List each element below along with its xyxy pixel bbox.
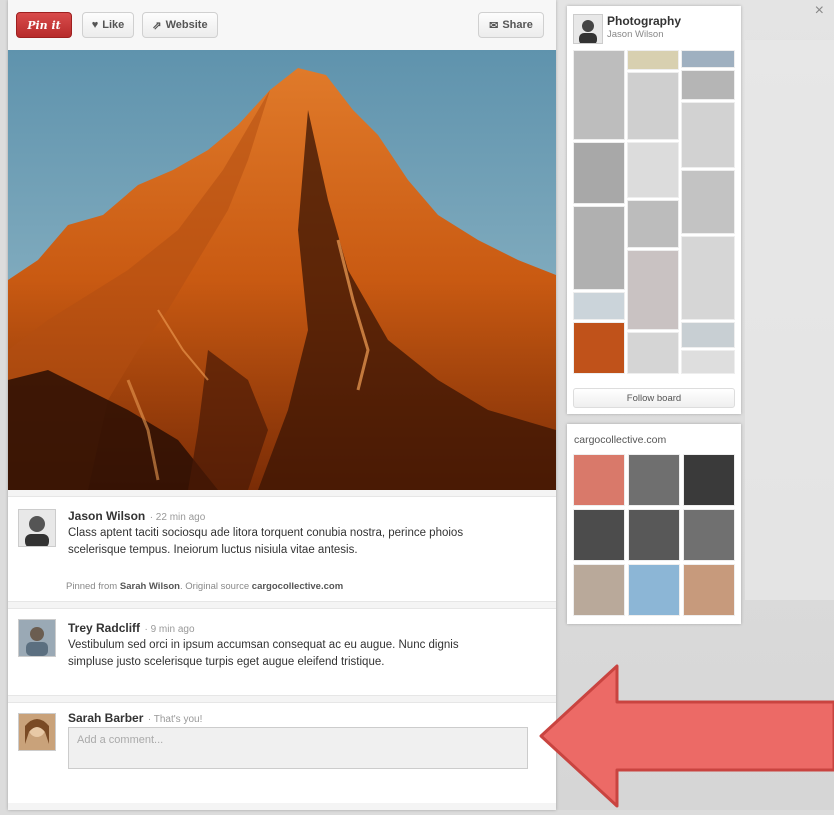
pin-it-button[interactable]: Pin it — [16, 12, 72, 38]
comments-section: Jason Wilson · 22 min ago Class aptent t… — [8, 490, 556, 810]
board-thumbnail[interactable] — [627, 200, 679, 248]
comment-time: · 22 min ago — [149, 512, 206, 523]
board-thumbnail[interactable] — [573, 50, 625, 140]
board-thumbnail[interactable] — [573, 292, 625, 320]
board-thumbnail[interactable] — [627, 50, 679, 70]
like-button[interactable]: ♥ Like — [82, 12, 134, 38]
like-label: Like — [102, 19, 125, 31]
follow-board-button[interactable]: Follow board — [573, 388, 735, 408]
background-pin-column — [745, 40, 834, 600]
avatar[interactable] — [18, 509, 56, 547]
current-user-note: · That's you! — [147, 714, 203, 725]
commenter-name[interactable]: Jason Wilson — [68, 509, 145, 523]
pin-toolbar: Pin it ♥ Like ⇗ Website ✉ Share — [8, 0, 556, 51]
board-thumbnail[interactable] — [681, 322, 735, 348]
board-owner-avatar[interactable] — [573, 14, 603, 45]
pin-image[interactable] — [8, 50, 556, 490]
commenter-name[interactable]: Trey Radcliff — [68, 621, 140, 635]
comment-item: Trey Radcliff · 9 min ago Vestibulum sed… — [8, 608, 556, 696]
pinned-from-label: Pinned from — [66, 581, 118, 592]
source-thumbnail[interactable] — [628, 564, 680, 616]
comment-text: Class aptent taciti sociosqu ade litora … — [68, 527, 464, 556]
board-owner[interactable]: Jason Wilson — [607, 29, 664, 40]
source-site-card: cargocollective.com — [567, 424, 741, 624]
source-thumbnail[interactable] — [683, 509, 735, 561]
original-source-link[interactable]: cargocollective.com — [252, 581, 343, 592]
board-thumbnail[interactable] — [681, 236, 735, 320]
annotation-arrow — [535, 662, 834, 815]
source-thumbnail[interactable] — [573, 564, 625, 616]
heart-icon: ♥ — [91, 19, 99, 31]
source-site-title[interactable]: cargocollective.com — [574, 434, 666, 446]
comment-input[interactable]: Add a comment... — [68, 727, 528, 769]
avatar[interactable] — [18, 619, 56, 657]
add-comment-section: Sarah Barber · That's you! Add a comment… — [8, 702, 556, 803]
board-card-photography: Photography Jason Wilson Follow board — [567, 6, 741, 414]
board-thumbnail[interactable] — [681, 350, 735, 374]
comment-text: Vestibulum sed orci in ipsum accumsan co… — [68, 639, 459, 668]
board-thumbnail[interactable] — [681, 170, 735, 234]
board-thumbnail-grid[interactable] — [573, 50, 735, 380]
link-icon: ⇗ — [152, 19, 162, 32]
comment-time: · 9 min ago — [144, 624, 195, 635]
pin-description: Jason Wilson · 22 min ago Class aptent t… — [8, 496, 556, 602]
mail-icon: ✉ — [489, 19, 499, 32]
board-title[interactable]: Photography — [607, 14, 681, 28]
original-source-label: . Original source — [179, 581, 250, 592]
source-thumbnail[interactable] — [683, 564, 735, 616]
website-label: Website — [165, 19, 208, 31]
board-thumbnail[interactable] — [627, 332, 679, 374]
share-label: Share — [502, 19, 533, 31]
website-button[interactable]: ⇗ Website — [142, 12, 218, 38]
board-thumbnail[interactable] — [681, 70, 735, 100]
pin-detail-card: Pin it ♥ Like ⇗ Website ✉ Share Jason Wi… — [8, 0, 556, 810]
board-thumbnail[interactable] — [627, 250, 679, 330]
board-thumbnail[interactable] — [681, 50, 735, 68]
pinned-from-user[interactable]: Sarah Wilson — [120, 581, 180, 592]
close-icon[interactable]: × — [815, 2, 824, 20]
share-button[interactable]: ✉ Share — [478, 12, 544, 38]
board-thumbnail[interactable] — [681, 102, 735, 168]
board-thumbnail[interactable] — [573, 142, 625, 204]
board-thumbnail[interactable] — [573, 206, 625, 290]
current-user-name: Sarah Barber — [68, 711, 144, 725]
pin-it-label: Pin it — [27, 18, 61, 32]
source-thumbnail[interactable] — [628, 454, 680, 506]
board-thumbnail[interactable] — [627, 72, 679, 140]
source-thumbnail[interactable] — [573, 454, 625, 506]
avatar — [18, 713, 56, 751]
board-thumbnail[interactable] — [627, 142, 679, 198]
source-thumbnail[interactable] — [628, 509, 680, 561]
source-thumbnail[interactable] — [683, 454, 735, 506]
source-thumbnail[interactable] — [573, 509, 625, 561]
pin-source-meta: Pinned from Sarah Wilson. Original sourc… — [66, 581, 343, 592]
board-thumbnail-active[interactable] — [573, 322, 625, 374]
